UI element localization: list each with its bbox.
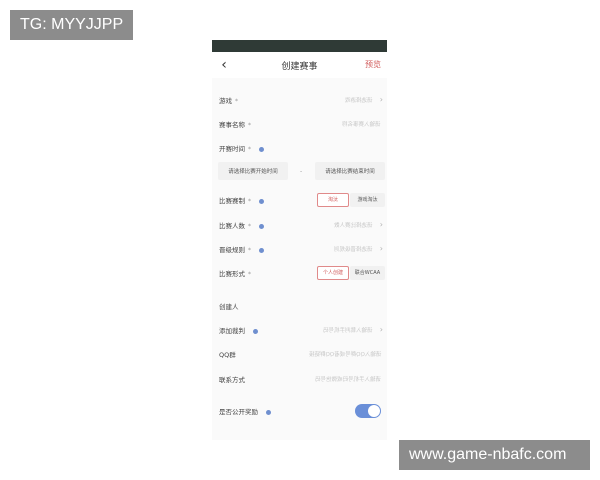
toggle-knob xyxy=(368,405,380,417)
info-icon[interactable] xyxy=(259,198,264,204)
public-reward-label: 是否公开奖励 xyxy=(219,406,271,416)
promotion-placeholder: 请选择晋级规则 xyxy=(334,247,373,253)
page-title: 创建赛事 xyxy=(281,61,318,72)
promotion-label: 晋级规则 * xyxy=(219,244,264,254)
event-name-row[interactable]: 赛事名称 * 请输入赛事名称 xyxy=(212,114,387,134)
mode-option-wcaa[interactable]: 联合WCAA xyxy=(350,266,385,280)
game-row[interactable]: 游戏 * 请选择游戏 › xyxy=(212,90,387,110)
contact-label: 联系方式 xyxy=(219,376,245,384)
preview-button[interactable]: 预览 xyxy=(365,59,381,70)
qq-row[interactable]: QQ群 请输入QQ群号或者QQ群链接 xyxy=(212,344,387,364)
game-label: 游戏 * xyxy=(219,97,238,105)
status-bar xyxy=(212,40,387,52)
qq-label: QQ群 xyxy=(219,351,236,359)
contact-input[interactable]: 请输入手机号码或微信号码 xyxy=(315,375,381,383)
mode-row: 比赛形式 * 个人创建 联合WCAA xyxy=(212,263,387,283)
creator-label: 创建人 xyxy=(219,303,239,311)
info-icon[interactable] xyxy=(259,146,264,152)
format-option-game-knockout[interactable]: 游戏淘汰 xyxy=(350,193,385,207)
public-reward-row: 是否公开奖励 xyxy=(212,401,387,421)
info-icon[interactable] xyxy=(253,328,258,334)
mode-option-personal[interactable]: 个人创建 xyxy=(317,266,349,280)
format-label: 比赛赛制 * xyxy=(219,195,264,205)
format-option-knockout[interactable]: 淘汰 xyxy=(317,193,349,207)
chevron-left-icon[interactable]: ‹ xyxy=(217,57,231,73)
player-count-placeholder: 请选择比赛人数 xyxy=(334,223,373,229)
chevron-right-icon: › xyxy=(379,220,383,229)
watermark-bottom-right: www.game-nbafc.com xyxy=(399,440,590,470)
public-reward-toggle[interactable] xyxy=(355,404,381,418)
nav-bar: ‹ 创建赛事 预览 xyxy=(212,52,387,78)
referee-row[interactable]: 添加裁判 请输入裁判手机号码 › xyxy=(212,320,387,340)
info-icon[interactable] xyxy=(266,409,271,415)
start-time-label: 开赛时间 * xyxy=(219,143,264,153)
start-time-row: 开赛时间 * xyxy=(212,138,387,158)
qq-input[interactable]: 请输入QQ群号或者QQ群链接 xyxy=(309,350,381,358)
game-placeholder: 请选择游戏 xyxy=(345,98,373,104)
chevron-right-icon: › xyxy=(379,95,383,104)
start-date-picker[interactable]: 请选择比赛开始时间 xyxy=(218,162,288,180)
chevron-right-icon: › xyxy=(379,244,383,253)
date-separator: - xyxy=(300,167,303,175)
player-count-row[interactable]: 比赛人数 * 请选择比赛人数 › xyxy=(212,215,387,235)
promotion-row[interactable]: 晋级规则 * 请选择晋级规则 › xyxy=(212,239,387,259)
chevron-right-icon: › xyxy=(379,325,383,334)
phone-screen: ‹ 创建赛事 预览 游戏 * 请选择游戏 › 赛事名称 * 请输入赛事名称 开赛时间… xyxy=(212,40,387,440)
date-range-row: 请选择比赛开始时间 - 请选择比赛结束时间 xyxy=(212,160,387,182)
end-date-picker[interactable]: 请选择比赛结束时间 xyxy=(315,162,385,180)
info-icon[interactable] xyxy=(259,223,264,229)
event-name-label: 赛事名称 * xyxy=(219,121,251,129)
player-count-label: 比赛人数 * xyxy=(219,220,264,230)
watermark-top-left: TG: MYYJJPP xyxy=(10,10,134,40)
creator-row: 创建人 xyxy=(212,296,387,316)
referee-label: 添加裁判 xyxy=(219,325,258,335)
format-row: 比赛赛制 * 淘汰 游戏淘汰 xyxy=(212,190,387,210)
mode-label: 比赛形式 * xyxy=(219,270,251,278)
contact-row[interactable]: 联系方式 请输入手机号码或微信号码 xyxy=(212,369,387,389)
event-name-input[interactable]: 请输入赛事名称 xyxy=(342,120,381,128)
info-icon[interactable] xyxy=(259,247,264,253)
referee-input[interactable]: 请输入裁判手机号码 xyxy=(323,326,373,334)
